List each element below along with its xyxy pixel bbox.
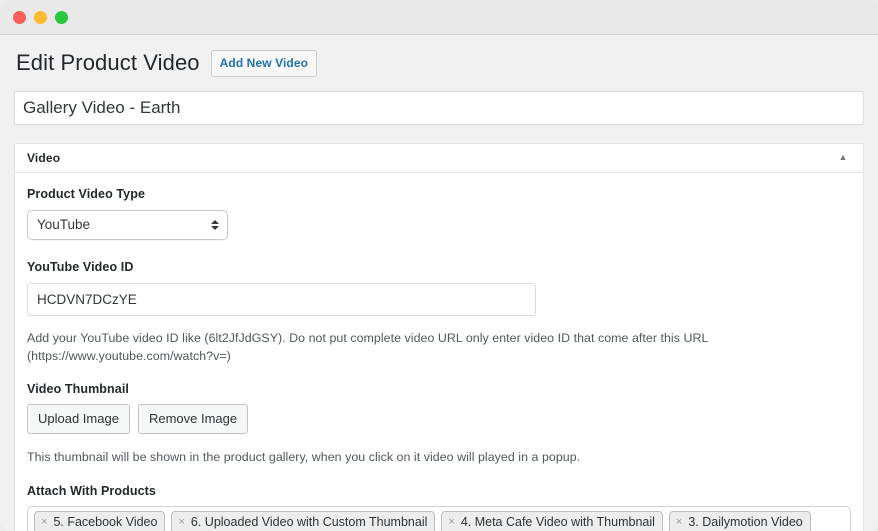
product-video-type-select[interactable]: YouTube [27, 209, 228, 240]
page-content: Edit Product Video Add New Video Video ▲… [0, 35, 878, 531]
add-new-video-button[interactable]: Add New Video [210, 49, 318, 77]
video-title-input[interactable] [14, 90, 864, 125]
video-metabox-body: Product Video Type YouTube YouTube Video… [15, 173, 863, 531]
maximize-window-icon[interactable] [55, 10, 68, 24]
app-window: Edit Product Video Add New Video Video ▲… [0, 0, 878, 531]
close-window-icon[interactable] [13, 10, 26, 24]
product-chip[interactable]: × 6. Uploaded Video with Custom Thumbnai… [171, 510, 436, 531]
video-metabox-header[interactable]: Video ▲ [15, 144, 863, 173]
video-metabox-title: Video [27, 150, 61, 165]
product-chip-label: 4. Meta Cafe Video with Thumbnail [460, 514, 655, 529]
remove-chip-icon[interactable]: × [41, 516, 48, 528]
upload-image-button[interactable]: Upload Image [27, 403, 130, 435]
product-chip-label: 5. Facebook Video [53, 514, 158, 529]
product-chip-label: 6. Uploaded Video with Custom Thumbnail [190, 514, 428, 529]
product-chip[interactable]: × 3. Dailymotion Video [668, 510, 811, 531]
remove-image-button[interactable]: Remove Image [137, 403, 249, 435]
youtube-video-id-input[interactable] [27, 282, 536, 316]
product-chip[interactable]: × 4. Meta Cafe Video with Thumbnail [441, 510, 663, 531]
chevron-up-icon[interactable]: ▲ [835, 153, 851, 162]
video-thumbnail-label: Video Thumbnail [27, 381, 129, 396]
thumbnail-button-row: Upload Image Remove Image [27, 403, 851, 435]
youtube-video-id-help: Add your YouTube video ID like (6lt2JfJd… [27, 330, 708, 364]
product-video-type-label: Product Video Type [27, 186, 146, 201]
product-video-type-select-wrapper: YouTube [27, 209, 228, 240]
video-metabox: Video ▲ Product Video Type YouTube YouTu… [14, 142, 864, 531]
page-heading-row: Edit Product Video Add New Video [14, 49, 864, 78]
product-chip[interactable]: × 5. Facebook Video [34, 510, 166, 531]
youtube-video-id-label: YouTube Video ID [27, 259, 134, 274]
attach-with-products-label: Attach With Products [27, 483, 156, 498]
video-thumbnail-help: This thumbnail will be shown in the prod… [27, 450, 581, 465]
window-titlebar [0, 0, 878, 35]
page-title: Edit Product Video [16, 50, 200, 75]
remove-chip-icon[interactable]: × [676, 516, 683, 528]
remove-chip-icon[interactable]: × [178, 516, 185, 528]
attach-products-multiselect[interactable]: × 5. Facebook Video × 6. Uploaded Video … [27, 505, 851, 531]
product-chip-label: 3. Dailymotion Video [688, 514, 803, 529]
remove-chip-icon[interactable]: × [448, 516, 455, 528]
traffic-light-buttons [13, 10, 68, 24]
minimize-window-icon[interactable] [34, 10, 47, 24]
